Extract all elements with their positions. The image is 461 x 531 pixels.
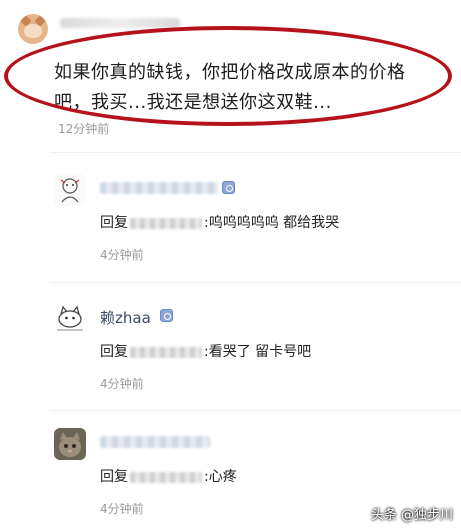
sketch-character-avatar-icon: [54, 174, 86, 206]
reply-3-text: 回复 :心疼: [100, 466, 237, 486]
reply-1-text: 回复 :呜呜呜呜呜 都给我哭: [100, 212, 339, 232]
mentioned-user-blurred: [130, 471, 202, 483]
reply-prefix: 回复: [100, 469, 128, 485]
reply-content: :心疼: [204, 469, 237, 485]
divider: [50, 152, 461, 153]
reply-2-username[interactable]: 赖zhaa: [100, 307, 151, 328]
commenter-name-blurred: [60, 18, 180, 28]
mentioned-user-blurred: [130, 217, 202, 229]
verified-badge-icon: [160, 309, 173, 322]
reply-3-time: 4分钟前: [100, 502, 144, 516]
reply-prefix: 回复: [100, 215, 128, 231]
cartoon-cat-avatar-icon: [54, 302, 86, 334]
reply-2-time: 4分钟前: [100, 377, 144, 391]
verified-badge-icon: [222, 181, 235, 194]
reply-content: :看哭了 留卡号吧: [204, 344, 312, 360]
avatar-face: [24, 24, 42, 38]
reply-2-text: 回复 :看哭了 留卡号吧: [100, 341, 311, 361]
cat-photo-avatar-icon: [54, 428, 86, 460]
reply-1-time: 4分钟前: [100, 248, 144, 262]
mentioned-user-blurred: [130, 346, 202, 358]
watermark: 头条 @独步川: [370, 508, 453, 523]
reply-2-avatar[interactable]: [54, 302, 86, 334]
reply-3-avatar[interactable]: [54, 428, 86, 460]
reply-prefix: 回复: [100, 344, 128, 360]
reply-1-avatar[interactable]: [54, 174, 86, 206]
red-highlight-circle: [4, 26, 452, 126]
commenter-avatar[interactable]: [18, 14, 48, 44]
reply-content: :呜呜呜呜呜 都给我哭: [204, 215, 340, 231]
reply-1-username-blurred: [100, 182, 218, 194]
divider: [50, 410, 461, 411]
divider: [50, 282, 461, 283]
top-comment-time: 12分钟前: [58, 122, 110, 136]
reply-3-username-blurred: [100, 436, 210, 448]
